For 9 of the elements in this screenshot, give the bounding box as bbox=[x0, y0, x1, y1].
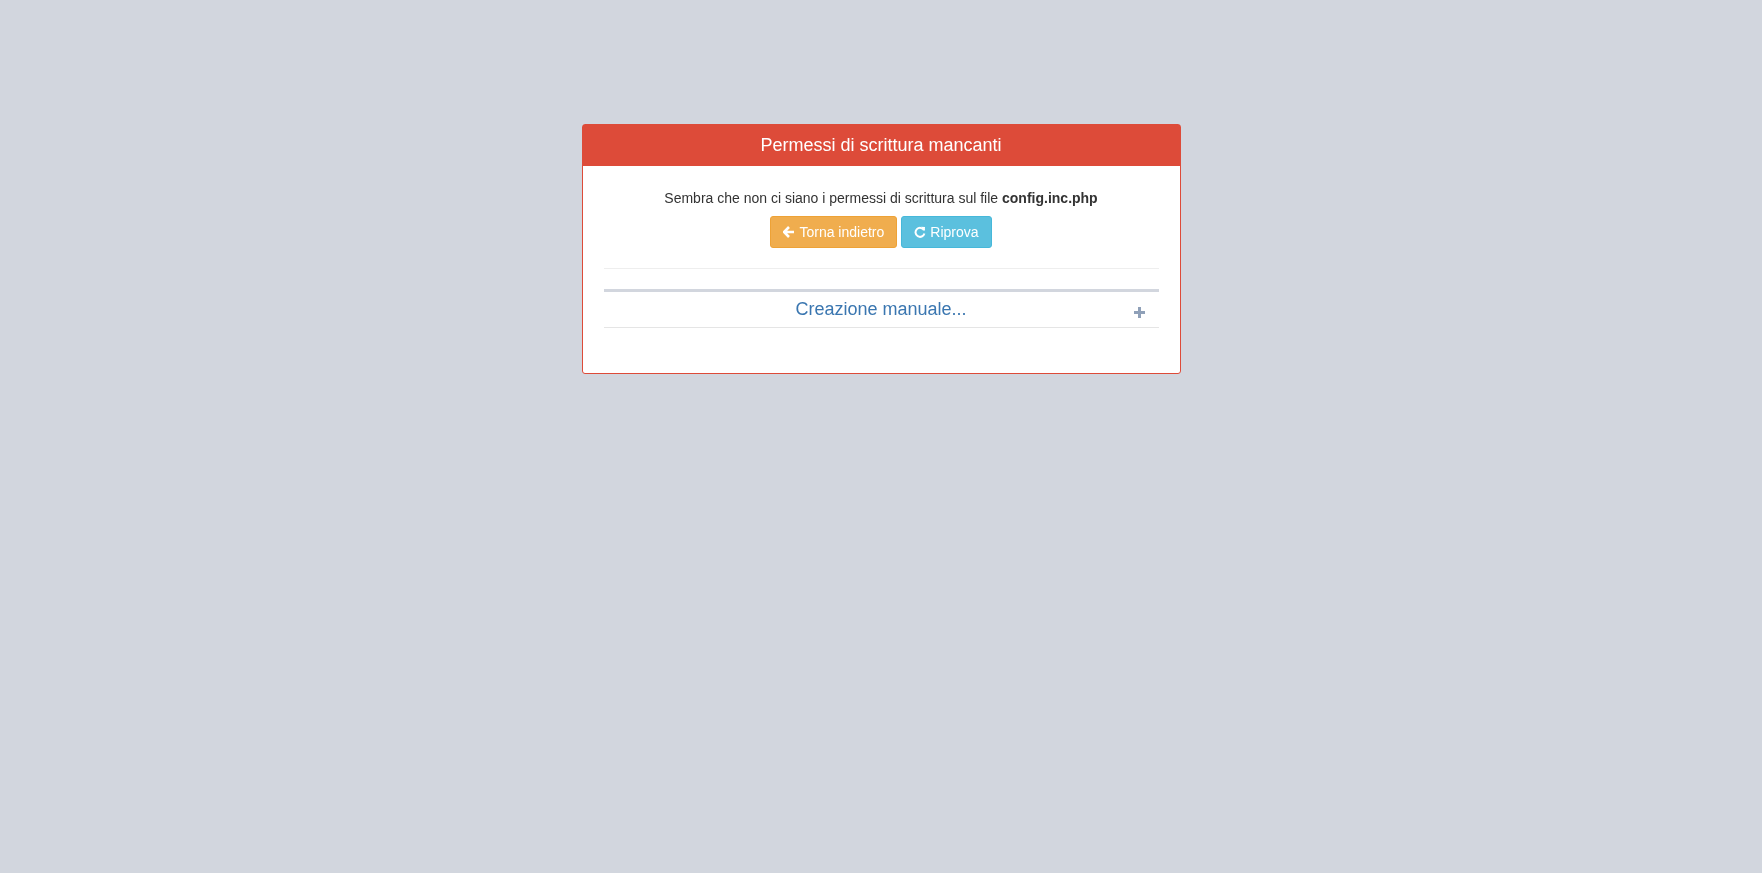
dialog-title: Permessi di scrittura mancanti bbox=[760, 135, 1002, 156]
retry-button[interactable]: Riprova bbox=[901, 216, 992, 248]
manual-creation-panel[interactable]: Creazione manuale... bbox=[603, 289, 1159, 328]
back-button[interactable]: Torna indietro bbox=[770, 216, 898, 248]
panel-title: Creazione manuale... bbox=[795, 299, 967, 320]
plus-icon bbox=[1133, 307, 1145, 318]
refresh-icon bbox=[914, 226, 927, 238]
message-text: Sembra che non ci siano i permessi di scrittura sul file config.inc.php bbox=[663, 190, 1099, 206]
arrow-left-icon bbox=[783, 226, 796, 238]
